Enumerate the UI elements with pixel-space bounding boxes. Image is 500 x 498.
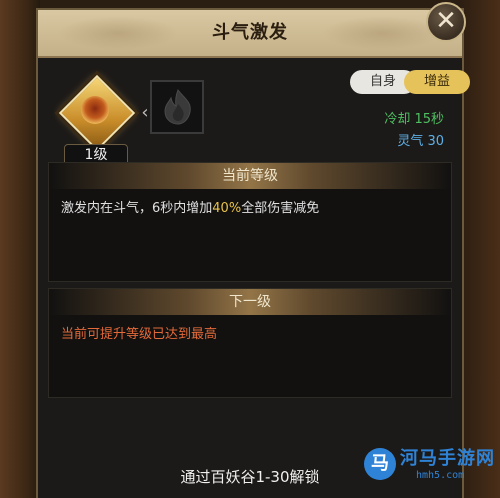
cooldown-text: 冷却 15秒 — [384, 112, 444, 127]
spirit-cost-text: 灵气 30 — [397, 134, 444, 149]
locked-skill-slot[interactable] — [150, 80, 204, 134]
watermark-logo: 马 — [364, 448, 396, 480]
current-level-description: 激发内在斗气，6秒内增加40%全部伤害减免 — [61, 199, 439, 219]
watermark-title: 河马手游网 — [400, 448, 495, 469]
next-level-section: 下一级 当前可提升等级已达到最高 — [48, 288, 452, 398]
close-button[interactable]: ✕ — [426, 2, 466, 42]
dialog-title: 斗气激发 — [212, 22, 288, 43]
current-level-header: 当前等级 — [49, 163, 451, 189]
watermark-url: hmh5.com — [416, 470, 465, 481]
flame-icon — [164, 88, 191, 125]
description-text-end: 全部伤害减免 — [241, 201, 320, 216]
description-text-start: 激发内在斗气，6秒内增加 — [61, 201, 213, 216]
skill-dialog: 斗气激发 ✕ 1级 ‹ 自身 增益 冷却 15秒 灵气 30 当前等级 激发内在… — [36, 2, 470, 498]
next-level-description: 当前可提升等级已达到最高 — [61, 327, 218, 342]
fist-aura-icon — [81, 96, 109, 124]
next-level-header: 下一级 — [49, 289, 451, 315]
site-watermark: 马 河马手游网 hmh5.com — [364, 444, 494, 488]
close-icon: ✕ — [435, 6, 457, 36]
dialog-title-bar: 斗气激发 — [38, 10, 462, 58]
skill-icon-slot[interactable] — [58, 74, 136, 152]
damage-reduction-value: 40% — [212, 201, 242, 216]
current-level-section: 当前等级 激发内在斗气，6秒内增加40%全部伤害减免 — [48, 162, 452, 282]
background-left — [0, 0, 40, 498]
tag-buff: 增益 — [404, 70, 470, 94]
